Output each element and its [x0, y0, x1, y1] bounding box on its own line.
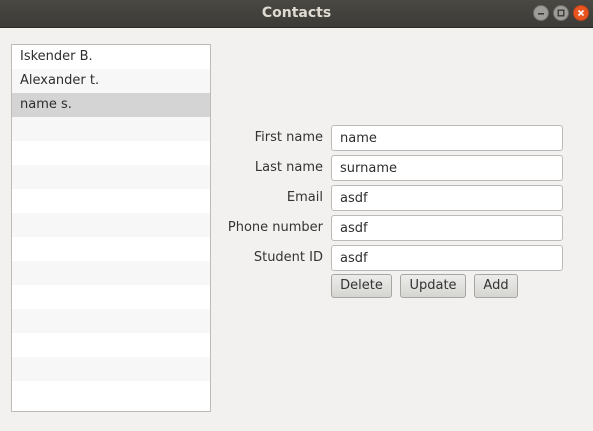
minimize-icon — [537, 9, 545, 17]
close-button[interactable] — [573, 5, 589, 21]
student-id-row: Student ID — [220, 245, 565, 271]
phone-row: Phone number — [220, 215, 565, 241]
list-empty-row — [12, 261, 210, 285]
list-empty-row — [12, 333, 210, 357]
student-id-field[interactable] — [331, 245, 563, 271]
first-name-label: First name — [254, 130, 323, 145]
list-empty-row — [12, 141, 210, 165]
contacts-list[interactable]: Iskender B. Alexander t. name s. — [11, 44, 211, 412]
last-name-field[interactable] — [331, 155, 563, 181]
list-empty-row — [12, 357, 210, 381]
email-label: Email — [286, 190, 323, 205]
email-field[interactable] — [331, 185, 563, 211]
update-button[interactable]: Update — [400, 274, 466, 298]
window-title: Contacts — [261, 5, 332, 21]
list-item[interactable]: Iskender B. — [12, 45, 210, 69]
phone-number-label: Phone number — [227, 220, 323, 235]
last-name-row: Last name — [220, 155, 565, 181]
maximize-icon — [557, 9, 565, 17]
last-name-label: Last name — [254, 160, 323, 175]
minimize-button[interactable] — [533, 5, 549, 21]
phone-number-field[interactable] — [331, 215, 563, 241]
list-empty-row — [12, 189, 210, 213]
list-empty-row — [12, 117, 210, 141]
maximize-button[interactable] — [553, 5, 569, 21]
add-button[interactable]: Add — [474, 274, 518, 298]
list-empty-row — [12, 213, 210, 237]
email-row: Email — [220, 185, 565, 211]
first-name-row: First name — [220, 125, 565, 151]
first-name-field[interactable] — [331, 125, 563, 151]
list-empty-row — [12, 237, 210, 261]
list-empty-row — [12, 309, 210, 333]
list-item[interactable]: name s. — [12, 93, 210, 117]
student-id-label: Student ID — [253, 250, 323, 265]
close-icon — [577, 9, 585, 17]
list-empty-row — [12, 381, 210, 405]
delete-button[interactable]: Delete — [331, 274, 392, 298]
title-bar: Contacts — [0, 0, 593, 28]
list-empty-row — [12, 165, 210, 189]
contacts-window: Contacts Iskender B. Alexander t. name s. … — [0, 0, 593, 431]
list-empty-row — [12, 285, 210, 309]
list-item[interactable]: Alexander t. — [12, 69, 210, 93]
